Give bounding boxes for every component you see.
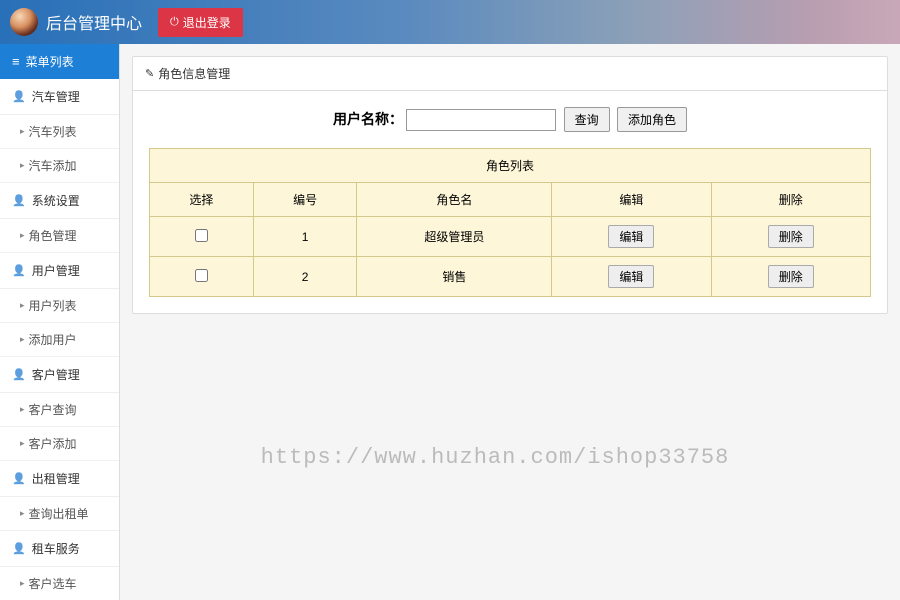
sidebar-group[interactable]: 租车服务 xyxy=(0,531,119,567)
sidebar-item[interactable]: 客户查询 xyxy=(0,393,119,427)
table-header: 编号 xyxy=(253,183,357,217)
edit-button[interactable]: 编辑 xyxy=(608,225,654,248)
menu-header: 菜单列表 xyxy=(0,44,119,79)
sidebar-item[interactable]: 查询出租单 xyxy=(0,497,119,531)
sidebar-item[interactable]: 汽车添加 xyxy=(0,149,119,183)
sidebar-item[interactable]: 客户选车 xyxy=(0,567,119,600)
table-row: 2销售 编辑 删除 xyxy=(150,257,871,297)
row-checkbox[interactable] xyxy=(195,229,208,242)
edit-button[interactable]: 编辑 xyxy=(608,265,654,288)
row-id: 1 xyxy=(253,217,357,257)
sidebar-group[interactable]: 汽车管理 xyxy=(0,79,119,115)
sidebar-item[interactable]: 汽车列表 xyxy=(0,115,119,149)
search-row: 用户名称： 查询 添加角色 xyxy=(149,107,871,132)
logout-button[interactable]: 退出登录 xyxy=(158,8,243,37)
sidebar-item[interactable]: 用户列表 xyxy=(0,289,119,323)
role-table: 角色列表 选择编号角色名编辑删除 1超级管理员编辑删除2销售编辑删除 xyxy=(149,148,871,297)
delete-button[interactable]: 删除 xyxy=(768,265,814,288)
top-header: 后台管理中心 退出登录 xyxy=(0,0,900,44)
main-content: 角色信息管理 用户名称： 查询 添加角色 角色列表 选择编号角色名编辑删除 1超… xyxy=(120,44,900,600)
table-header: 编辑 xyxy=(552,183,711,217)
row-checkbox[interactable] xyxy=(195,269,208,282)
sidebar-item[interactable]: 客户添加 xyxy=(0,427,119,461)
delete-button[interactable]: 删除 xyxy=(768,225,814,248)
sidebar-group[interactable]: 客户管理 xyxy=(0,357,119,393)
table-header: 选择 xyxy=(150,183,254,217)
panel: 角色信息管理 用户名称： 查询 添加角色 角色列表 选择编号角色名编辑删除 1超… xyxy=(132,56,888,314)
app-title: 后台管理中心 xyxy=(46,10,142,34)
username-input[interactable] xyxy=(406,109,556,131)
sidebar-item[interactable]: 角色管理 xyxy=(0,219,119,253)
sidebar-item[interactable]: 添加用户 xyxy=(0,323,119,357)
sidebar-group[interactable]: 用户管理 xyxy=(0,253,119,289)
search-label: 用户名称： xyxy=(333,111,403,127)
query-button[interactable]: 查询 xyxy=(564,107,610,132)
avatar xyxy=(10,8,38,36)
row-name: 销售 xyxy=(357,257,552,297)
table-header: 删除 xyxy=(711,183,870,217)
table-header: 角色名 xyxy=(357,183,552,217)
panel-title: 角色信息管理 xyxy=(133,57,887,91)
add-role-button[interactable]: 添加角色 xyxy=(617,107,687,132)
sidebar-group[interactable]: 系统设置 xyxy=(0,183,119,219)
table-row: 1超级管理员 编辑 删除 xyxy=(150,217,871,257)
sidebar: 菜单列表 汽车管理汽车列表汽车添加系统设置角色管理用户管理用户列表添加用户客户管… xyxy=(0,44,120,600)
row-name: 超级管理员 xyxy=(357,217,552,257)
row-id: 2 xyxy=(253,257,357,297)
sidebar-group[interactable]: 出租管理 xyxy=(0,461,119,497)
table-title: 角色列表 xyxy=(150,149,871,183)
